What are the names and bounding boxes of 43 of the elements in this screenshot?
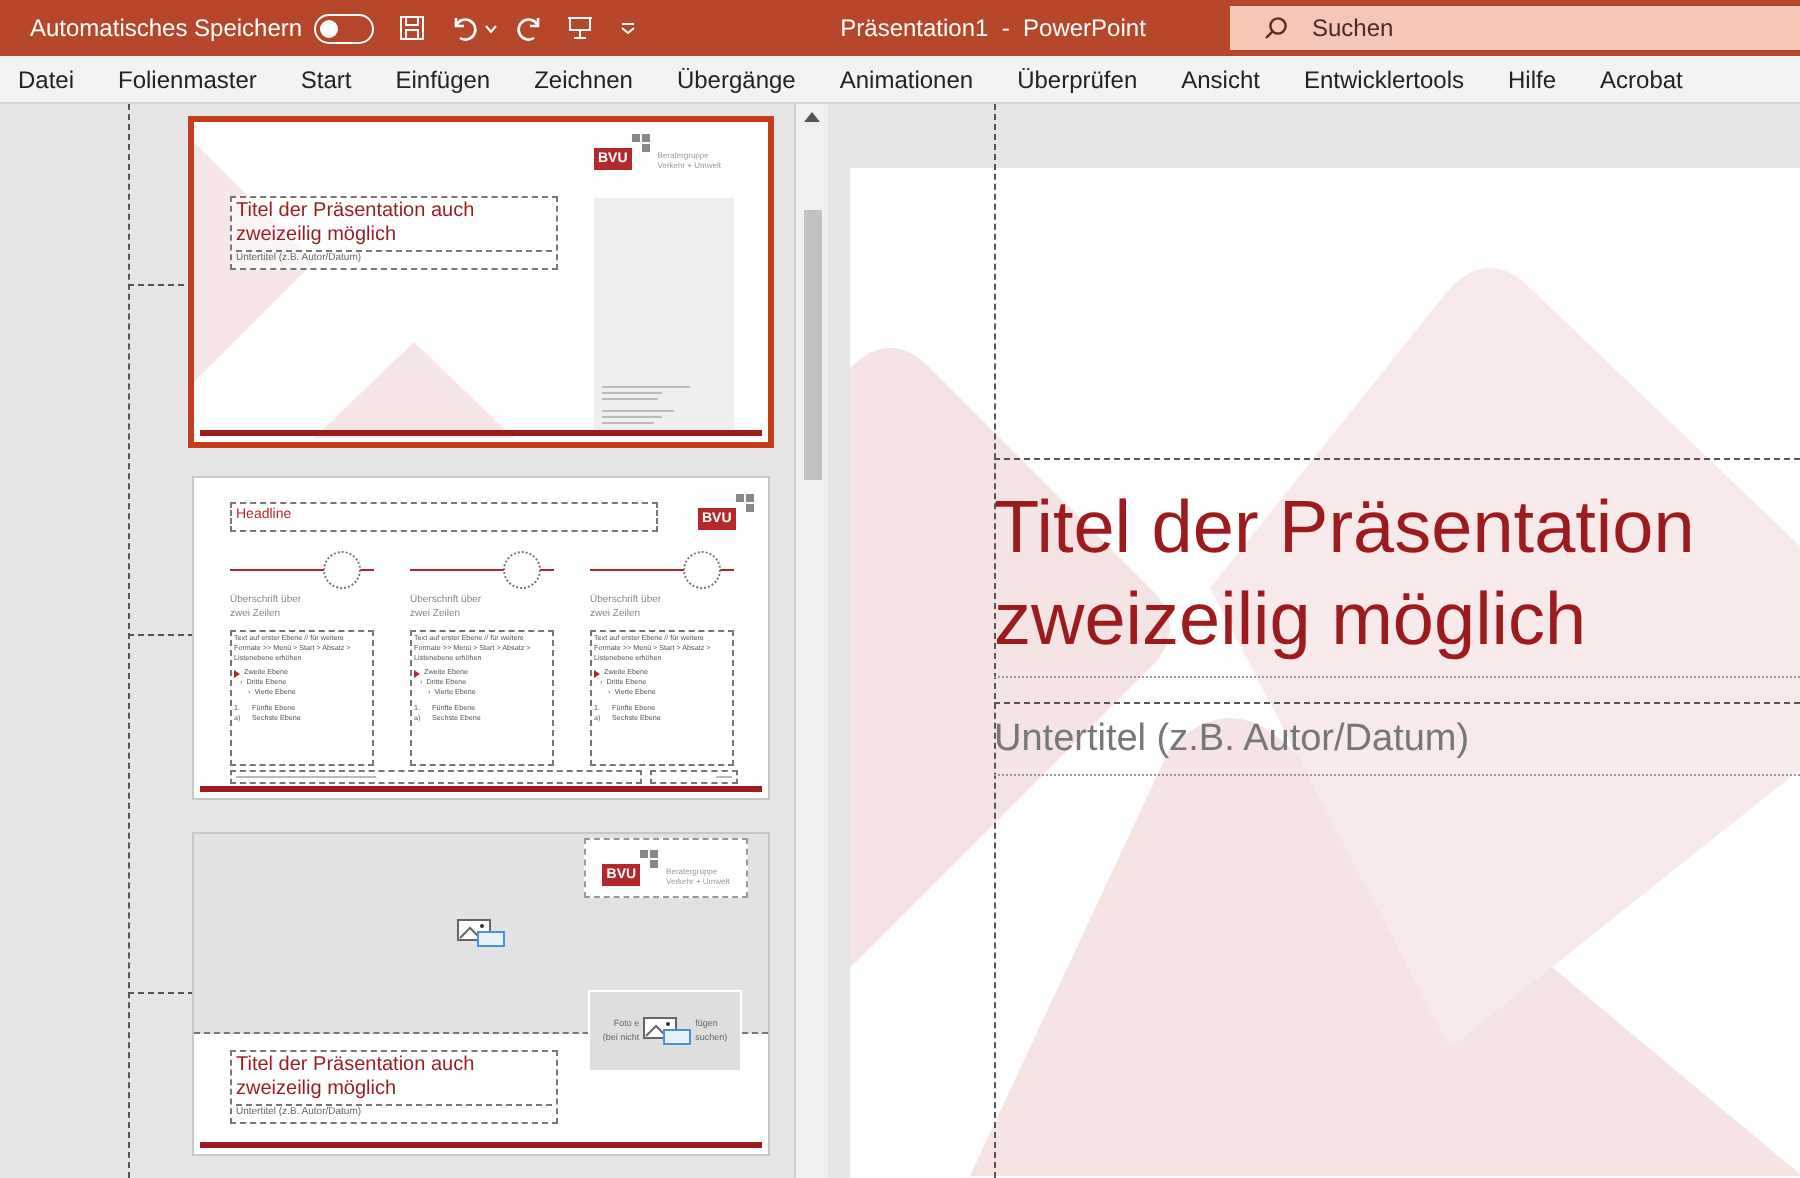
page-number-placeholder bbox=[650, 770, 738, 784]
search-icon bbox=[1264, 16, 1288, 40]
presentation-icon[interactable] bbox=[566, 14, 595, 42]
bullet-icon bbox=[414, 669, 420, 677]
menu-tab[interactable]: Folienmaster bbox=[118, 61, 257, 97]
squares-icon bbox=[631, 134, 652, 154]
save-icon[interactable] bbox=[398, 14, 427, 42]
scrollbar-thumb[interactable] bbox=[803, 210, 821, 480]
timeline-line-icon bbox=[230, 550, 374, 590]
menu-tab[interactable]: Hilfe bbox=[1508, 61, 1557, 97]
timeline-line-icon bbox=[410, 550, 554, 590]
bullet-icon bbox=[234, 669, 240, 677]
autosave-label: Automatisches Speichern bbox=[30, 12, 303, 46]
redo-icon[interactable] bbox=[516, 14, 545, 42]
menu-tab[interactable]: Entwicklertools bbox=[1303, 61, 1465, 97]
squares-icon bbox=[640, 850, 661, 870]
undo-icon[interactable] bbox=[450, 14, 479, 42]
autosave-toggle[interactable] bbox=[314, 13, 375, 43]
timeline-line-icon bbox=[590, 550, 734, 590]
picture-placeholder-icon bbox=[641, 1015, 694, 1047]
menu-tab[interactable]: Zeichnen bbox=[534, 61, 633, 97]
search-field[interactable]: Suchen bbox=[1230, 6, 1800, 50]
menu-tab[interactable]: Überprüfen bbox=[1017, 61, 1138, 97]
menu-tab[interactable]: Animationen bbox=[839, 61, 974, 97]
scrollbar[interactable] bbox=[796, 104, 828, 1178]
caret-icon[interactable] bbox=[484, 23, 499, 33]
menu-tab[interactable]: Übergänge bbox=[676, 61, 796, 97]
slide-title: Titel der Präsentation auch zweizeilig möglich bbox=[236, 1054, 477, 1102]
slide-thumbnail[interactable] bbox=[194, 478, 768, 798]
menu-tab[interactable]: Einfügen bbox=[395, 61, 491, 97]
customize-caret-icon[interactable] bbox=[620, 22, 637, 34]
bullet-icon bbox=[594, 669, 600, 677]
window-title: Präsentation1 - PowerPoint bbox=[840, 12, 1146, 46]
squares-icon bbox=[735, 494, 756, 514]
menu-tab[interactable]: Start bbox=[300, 61, 352, 97]
slide-title: Titel der Präsentation zweizeilig möglich bbox=[994, 484, 1697, 664]
scroll-up-icon[interactable] bbox=[804, 110, 820, 122]
menu-tab[interactable]: Ansicht bbox=[1181, 61, 1260, 97]
menu-tab[interactable]: Acrobat bbox=[1600, 61, 1683, 97]
slide-title: Titel der Präsentation auch zweizeilig möglich bbox=[236, 200, 477, 248]
menu-tab[interactable]: Datei bbox=[18, 61, 75, 97]
slide-subtitle: Untertitel (z.B. Autor/Datum) bbox=[994, 716, 1472, 764]
picture-placeholder-icon bbox=[455, 917, 507, 949]
